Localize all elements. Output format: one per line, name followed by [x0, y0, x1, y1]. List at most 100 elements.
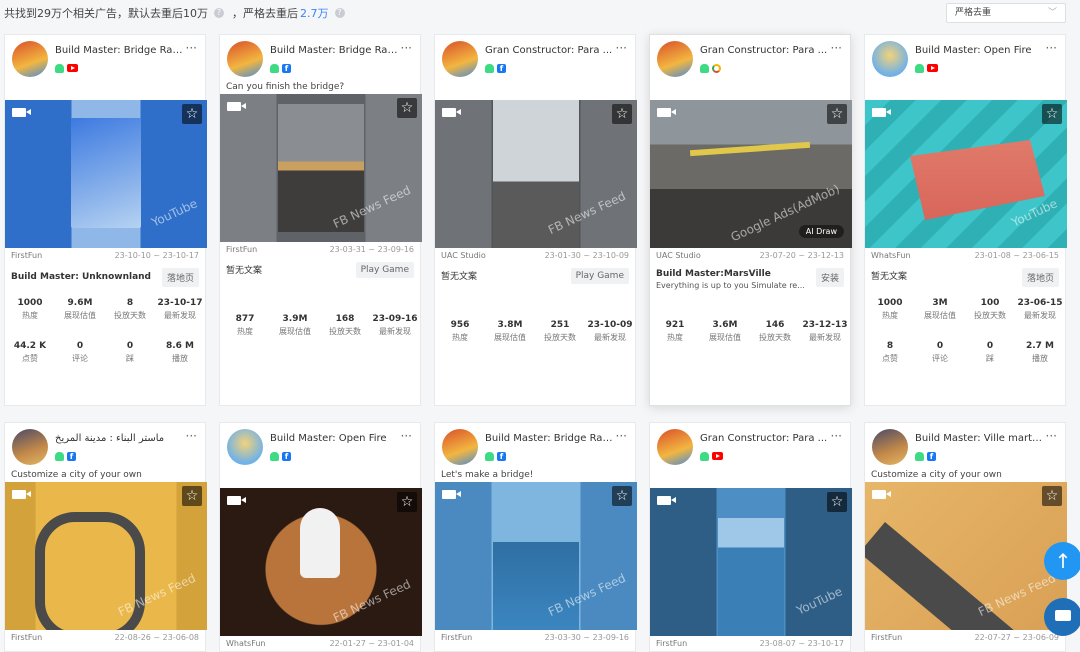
- more-options-icon[interactable]: ···: [186, 41, 197, 55]
- help-icon[interactable]: ?: [214, 8, 224, 18]
- ad-copy: 暂无文案: [871, 272, 908, 282]
- video-camera-icon: [442, 108, 461, 117]
- ad-card[interactable]: Build Master: Bridge Race ··· f Let's ma…: [434, 422, 637, 652]
- advertiser-name[interactable]: WhatsFun: [871, 248, 911, 264]
- advertiser-name[interactable]: FirstFun: [11, 630, 42, 646]
- ad-video-thumbnail[interactable]: ☆ FB News Feed: [220, 94, 422, 242]
- more-options-icon[interactable]: ···: [1046, 41, 1057, 55]
- more-options-icon[interactable]: ···: [831, 41, 842, 55]
- favorite-star-icon[interactable]: ☆: [1042, 104, 1062, 124]
- help-icon[interactable]: ?: [334, 8, 345, 18]
- app-avatar: [12, 429, 48, 465]
- app-title[interactable]: Build Master: Bridge Race: [55, 45, 183, 56]
- ad-video-thumbnail[interactable]: ☆ YouTube: [5, 100, 207, 248]
- favorite-star-icon[interactable]: ☆: [182, 104, 202, 124]
- advertiser-name[interactable]: UAC Studio: [656, 248, 701, 264]
- ad-card[interactable]: Build Master: Open Fire ··· f ☆ FB News …: [219, 422, 422, 652]
- dedupe-select[interactable]: 严格去重 ﹀: [946, 3, 1066, 23]
- ad-card[interactable]: Build Master: Open Fire ··· ☆ YouTube Wh…: [864, 34, 1067, 406]
- app-title[interactable]: Gran Constructor: Para ...: [700, 45, 828, 56]
- stat-latest: 23-12-13: [802, 320, 848, 330]
- ad-card[interactable]: Gran Constructor: Para ... ··· f ☆ FB Ne…: [434, 34, 637, 406]
- favorite-star-icon[interactable]: ☆: [182, 486, 202, 506]
- advertiser-name[interactable]: FirstFun: [441, 630, 472, 646]
- video-frame: [910, 140, 1045, 220]
- app-title[interactable]: Build Master: Bridge Race: [485, 433, 613, 444]
- favorite-star-icon[interactable]: ☆: [397, 98, 417, 118]
- stats-grid: 921 热度 3.6M 展现估值 146 投放天数 23-12-13 最新发现: [650, 294, 850, 345]
- ad-video-thumbnail[interactable]: ☆ YouTube: [650, 488, 852, 636]
- favorite-star-icon[interactable]: ☆: [827, 104, 847, 124]
- advertiser-name[interactable]: FirstFun: [871, 630, 902, 646]
- more-options-icon[interactable]: ···: [401, 429, 412, 443]
- app-title[interactable]: Build Master: Open Fire: [270, 433, 398, 444]
- more-options-icon[interactable]: ···: [616, 41, 627, 55]
- app-avatar: [442, 41, 478, 77]
- ad-card[interactable]: Gran Constructor: Para ... ··· ☆ YouTube…: [649, 422, 852, 652]
- video-camera-icon: [12, 108, 31, 117]
- stat-latest: 23-10-09: [587, 320, 633, 330]
- app-title[interactable]: Gran Constructor: Para ...: [485, 45, 613, 56]
- ad-card[interactable]: Build Master: Bridge Race ··· ☆ YouTube …: [4, 34, 207, 406]
- date-range: 23-07-20 ~ 23-12-13: [759, 251, 844, 260]
- back-to-top-button[interactable]: ↑: [1044, 542, 1080, 580]
- more-options-icon[interactable]: ···: [401, 41, 412, 55]
- more-options-icon[interactable]: ···: [186, 429, 197, 443]
- app-title[interactable]: ماستر البناء : مدينة المريخ: [55, 433, 183, 444]
- favorite-star-icon[interactable]: ☆: [397, 492, 417, 512]
- stat-label: 热度: [882, 311, 898, 320]
- more-options-icon[interactable]: ···: [831, 429, 842, 443]
- chat-support-icon[interactable]: [1044, 598, 1080, 636]
- more-options-icon[interactable]: ···: [616, 429, 627, 443]
- ad-video-thumbnail[interactable]: ☆ FB News Feed: [435, 482, 637, 630]
- ad-video-thumbnail[interactable]: ☆ YouTube: [865, 100, 1067, 248]
- advertiser-name[interactable]: WhatsFun: [226, 636, 266, 652]
- video-camera-icon: [872, 490, 891, 499]
- favorite-star-icon[interactable]: ☆: [612, 104, 632, 124]
- ad-card[interactable]: Build Master: Ville marti... ··· f Custo…: [864, 422, 1067, 652]
- ai-draw-button[interactable]: AI Draw: [798, 225, 844, 238]
- ad-card[interactable]: Gran Constructor: Para ... ··· ☆ Google …: [649, 34, 852, 406]
- advertiser-name[interactable]: FirstFun: [656, 636, 687, 652]
- stat-label: 播放: [1032, 354, 1048, 363]
- ad-video-thumbnail[interactable]: ☆ FB News Feed: [5, 482, 207, 630]
- facebook-icon: f: [282, 64, 291, 73]
- app-title[interactable]: Build Master: Open Fire: [915, 45, 1043, 56]
- advertiser-name[interactable]: UAC Studio: [441, 248, 486, 264]
- stat-heat: 877: [235, 314, 255, 324]
- source-watermark: YouTube: [794, 584, 845, 618]
- stat-likes: 44.2 K: [13, 341, 47, 351]
- advertiser-name[interactable]: FirstFun: [226, 242, 257, 258]
- advertiser-name[interactable]: FirstFun: [11, 248, 42, 264]
- facebook-icon: f: [282, 452, 291, 461]
- video-camera-icon: [227, 496, 246, 505]
- cta-button[interactable]: Play Game: [570, 268, 629, 284]
- video-camera-icon: [872, 108, 891, 117]
- android-icon: [270, 452, 279, 461]
- cta-button[interactable]: Play Game: [355, 262, 414, 278]
- app-title[interactable]: Gran Constructor: Para ...: [700, 433, 828, 444]
- more-options-icon[interactable]: ···: [1046, 429, 1057, 443]
- ad-card[interactable]: ماستر البناء : مدينة المريخ ··· f Custom…: [4, 422, 207, 652]
- video-camera-icon: [442, 490, 461, 499]
- stat-latest: 23-09-16: [372, 314, 418, 324]
- ad-video-thumbnail[interactable]: ☆ FB News Feed: [220, 488, 422, 636]
- app-title[interactable]: Build Master: Ville marti...: [915, 433, 1043, 444]
- stat-label: 展现估值: [709, 333, 741, 342]
- favorite-star-icon[interactable]: ☆: [1042, 486, 1062, 506]
- ad-video-thumbnail[interactable]: ☆ FB News Feed: [435, 100, 637, 248]
- ad-card[interactable]: Build Master: Bridge Race ··· f Can you …: [219, 34, 422, 406]
- favorite-star-icon[interactable]: ☆: [827, 492, 847, 512]
- cta-button[interactable]: 落地页: [1021, 268, 1059, 287]
- ad-video-thumbnail[interactable]: ☆ FB News Feed: [865, 482, 1067, 630]
- cta-button[interactable]: 安装: [815, 268, 844, 287]
- stat-days: 100: [980, 298, 1000, 308]
- stat-impressions: 3.9M: [282, 314, 308, 324]
- engagement-grid: 44.2 K 点赞 0 评论 0 踩 8.6 M 播放: [5, 323, 205, 366]
- favorite-star-icon[interactable]: ☆: [612, 486, 632, 506]
- cta-button[interactable]: 落地页: [161, 268, 199, 287]
- ad-video-thumbnail[interactable]: ☆ Google Ads(AdMob) AI Draw: [650, 100, 852, 248]
- strict-dedupe-count[interactable]: 2.7万: [300, 5, 329, 21]
- app-title[interactable]: Build Master: Bridge Race: [270, 45, 398, 56]
- video-camera-icon: [657, 108, 676, 117]
